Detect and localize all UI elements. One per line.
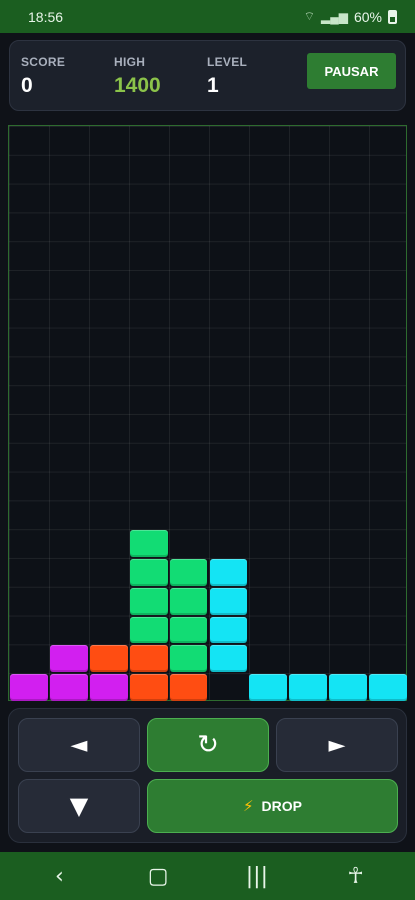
score-value: 0 <box>21 74 33 97</box>
battery-icon <box>388 9 397 24</box>
game-board[interactable] <box>8 125 407 701</box>
board-block <box>129 645 168 673</box>
move-left-button[interactable]: ◄ <box>18 718 140 772</box>
board-block <box>169 587 208 615</box>
level-value: 1 <box>207 74 219 97</box>
accessibility-icon[interactable]: ☥ <box>326 864 386 889</box>
board-block <box>129 587 168 615</box>
high-label: HIGH <box>114 55 146 69</box>
board-block <box>169 616 208 644</box>
board-block <box>129 616 168 644</box>
arrow-left-icon: ◄ <box>70 732 88 758</box>
board-block <box>329 674 368 701</box>
signal-icon: ▂▄▆ <box>321 9 348 24</box>
score-label: SCORE <box>21 55 66 69</box>
status-icons: ⌔ ▂▄▆ 60% <box>304 9 397 25</box>
board-block <box>49 674 88 701</box>
board-block <box>209 645 248 673</box>
board-block <box>49 645 88 673</box>
board-block <box>249 674 288 701</box>
pause-button[interactable]: PAUSAR <box>307 53 396 89</box>
level-label: LEVEL <box>207 55 248 69</box>
level-stat: LEVEL 1 <box>207 55 247 98</box>
recents-icon[interactable]: ||| <box>227 864 287 889</box>
status-bar: 18:56 ⌔ ▂▄▆ 60% <box>0 0 415 33</box>
arrow-down-icon: ▼ <box>69 792 89 820</box>
battery-percent: 60% <box>353 8 382 25</box>
rotate-icon: ↻ <box>197 730 219 760</box>
move-right-button[interactable]: ► <box>276 718 398 772</box>
soft-drop-button[interactable]: ▼ <box>18 779 140 833</box>
back-icon[interactable]: ‹ <box>29 864 89 889</box>
hard-drop-button[interactable]: ⚡ DROP <box>147 779 398 833</box>
rotate-button[interactable]: ↻ <box>147 718 269 772</box>
board-block <box>209 616 248 644</box>
arrow-right-icon: ► <box>328 732 346 758</box>
board-block <box>169 674 208 701</box>
drop-label: DROP <box>261 798 302 814</box>
high-stat: HIGH 1400 <box>114 55 161 98</box>
board-block <box>129 559 168 586</box>
board-block <box>289 674 328 701</box>
board-block <box>10 674 48 701</box>
system-nav-bar: ‹ ▢ ||| ☥ <box>0 852 415 900</box>
board-block <box>129 674 168 701</box>
score-stat: SCORE 0 <box>21 55 65 98</box>
home-icon[interactable]: ▢ <box>128 864 188 889</box>
board-block <box>169 645 208 673</box>
drop-content: ⚡ DROP <box>243 797 302 815</box>
score-panel: SCORE 0 HIGH 1400 LEVEL 1 PAUSAR <box>9 40 406 111</box>
status-time: 18:56 <box>28 8 64 25</box>
board-block <box>209 559 248 586</box>
controls-panel: ◄ ↻ ► ▼ ⚡ DROP <box>8 708 407 843</box>
board-block <box>89 674 128 701</box>
board-block <box>89 645 128 673</box>
high-value: 1400 <box>114 74 161 97</box>
board-block <box>209 587 248 615</box>
board-block <box>169 559 208 586</box>
wifi-icon: ⌔ <box>303 9 315 23</box>
board-block <box>369 674 407 701</box>
board-block <box>129 530 168 557</box>
lightning-icon: ⚡ <box>243 797 254 815</box>
